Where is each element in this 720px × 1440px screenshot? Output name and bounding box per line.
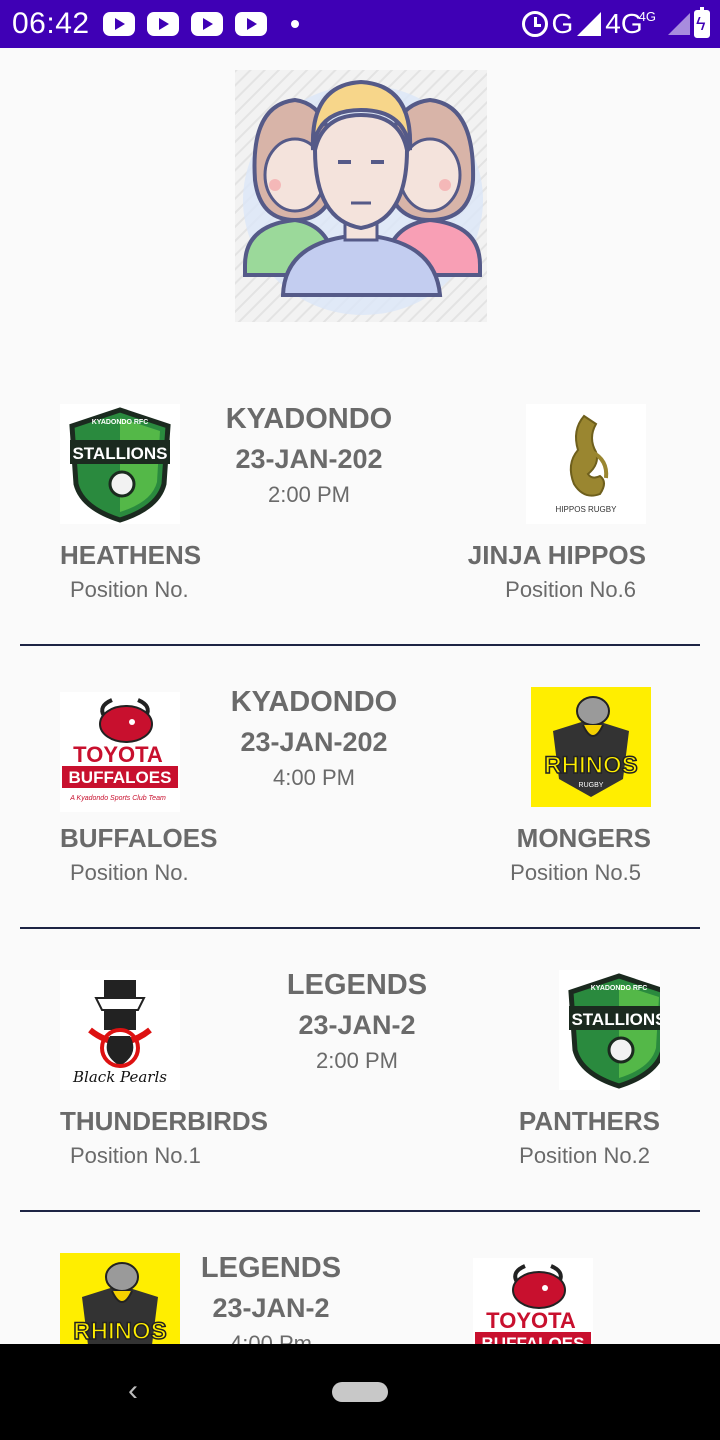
- match-time: 2:00 PM: [268, 482, 350, 507]
- logo-black-pearls-text: Black Pearls: [72, 1068, 167, 1086]
- match-card[interactable]: KYADONDO RFC STALLIONS KYADONDO 23-JAN-2…: [20, 363, 700, 646]
- navigation-bar: ‹: [0, 1344, 720, 1440]
- logo-toyota-text: TOYOTA: [73, 742, 163, 767]
- match-venue: KYADONDO: [230, 686, 398, 718]
- back-chevron-icon[interactable]: ‹: [128, 1374, 138, 1408]
- match-venue: LEGENDS: [200, 1252, 342, 1284]
- logo-main-text: STALLIONS: [72, 444, 167, 463]
- alarm-icon: [521, 11, 548, 37]
- away-team-name: PANTHERS: [518, 1106, 660, 1136]
- away-team-name: JINJA HIPPOS: [467, 540, 646, 570]
- logo-hippos-text: HIPPOS RUGBY: [556, 505, 618, 514]
- logo-top-text: KYADONDO RFC: [591, 985, 648, 992]
- home-team-position: Position No.: [70, 577, 189, 602]
- home-team-position: Position No.: [70, 860, 189, 885]
- match-card[interactable]: RHINOS RUGBY LEGENDS 23-JAN-2 4:00 Pm TO…: [20, 1212, 700, 1344]
- status-time: 06:42: [12, 7, 90, 40]
- stallions-logo-icon: KYADONDO RFC STALLIONS: [60, 404, 180, 524]
- away-team-position: Position No.2: [519, 1143, 650, 1168]
- match-date: 23-JAN-2: [212, 1293, 330, 1323]
- rhinos-rugby-logo-icon: RHINOS RUGBY: [531, 687, 651, 807]
- logo-rhinos-text: RHINOS: [73, 1318, 166, 1344]
- toyota-buffaloes-logo-icon: TOYOTA BUFFALOES A Kyadondo Sports Club …: [60, 692, 180, 812]
- stallions-logo-icon: KYADONDO RFC STALLIONS: [559, 970, 660, 1090]
- status-icons: G 4G 4G: [521, 7, 710, 41]
- battery-charging-icon: [694, 7, 710, 38]
- match-date: 23-JAN-202: [235, 444, 383, 474]
- black-pearls-logo-icon: Black Pearls: [60, 970, 180, 1090]
- logo-buffaloes-sub-text: A Kyadondo Sports Club Team: [69, 795, 166, 802]
- match-card[interactable]: TOYOTA BUFFALOES A Kyadondo Sports Club …: [20, 646, 700, 929]
- status-bar: 06:42 G 4G 4G: [0, 0, 720, 48]
- youtube-icon: [147, 12, 179, 36]
- match-time: 2:00 PM: [316, 1048, 398, 1073]
- hippos-rugby-logo-icon: HIPPOS RUGBY: [526, 404, 646, 524]
- logo-rhinos-sub-text: RUGBY: [579, 782, 604, 789]
- match-venue: LEGENDS: [286, 969, 428, 1001]
- rhinos-rugby-logo-icon: RHINOS RUGBY: [60, 1253, 180, 1344]
- match-card[interactable]: Black Pearls LEGENDS 23-JAN-2 2:00 PM KY…: [20, 929, 700, 1212]
- match-date: 23-JAN-202: [240, 727, 388, 757]
- dot-icon: [291, 20, 299, 28]
- logo-main-text: STALLIONS: [571, 1010, 660, 1029]
- away-team-position: Position No.5: [510, 860, 641, 885]
- logo-buffaloes-text: BUFFALOES: [69, 768, 172, 787]
- group-users-icon: [235, 70, 487, 322]
- match-time: 4:00 Pm: [230, 1331, 312, 1344]
- youtube-icon: [103, 12, 135, 36]
- away-team-position: Position No.6: [505, 577, 636, 602]
- away-team-name: MONGERS: [516, 823, 651, 853]
- signal-icon: [668, 13, 690, 35]
- youtube-icon: [191, 12, 223, 36]
- logo-toyota-text: TOYOTA: [486, 1308, 576, 1333]
- logo-rhinos-text: RHINOS: [544, 752, 637, 779]
- match-time: 4:00 PM: [273, 765, 355, 790]
- home-team-name: THUNDERBIRDS: [60, 1106, 268, 1136]
- toyota-buffaloes-logo-icon: TOYOTA BUFFALOES A Kyadondo Sports Club …: [473, 1258, 593, 1344]
- home-pill-icon[interactable]: [332, 1382, 388, 1402]
- signal-icon: [577, 12, 602, 36]
- home-team-name: BUFFALOES: [60, 823, 218, 853]
- match-venue: KYADONDO: [225, 403, 393, 435]
- network-g-label: G: [551, 8, 574, 39]
- youtube-icon: [235, 12, 267, 36]
- network-4g-sup-label: 4G: [638, 8, 656, 24]
- logo-top-text: KYADONDO RFC: [92, 419, 149, 426]
- match-date: 23-JAN-2: [298, 1010, 416, 1040]
- home-team-position: Position No.1: [70, 1143, 201, 1168]
- network-4g-label: 4G: [605, 8, 643, 39]
- home-team-name: HEATHENS: [60, 540, 202, 570]
- logo-buffaloes-text: BUFFALOES: [482, 1334, 585, 1344]
